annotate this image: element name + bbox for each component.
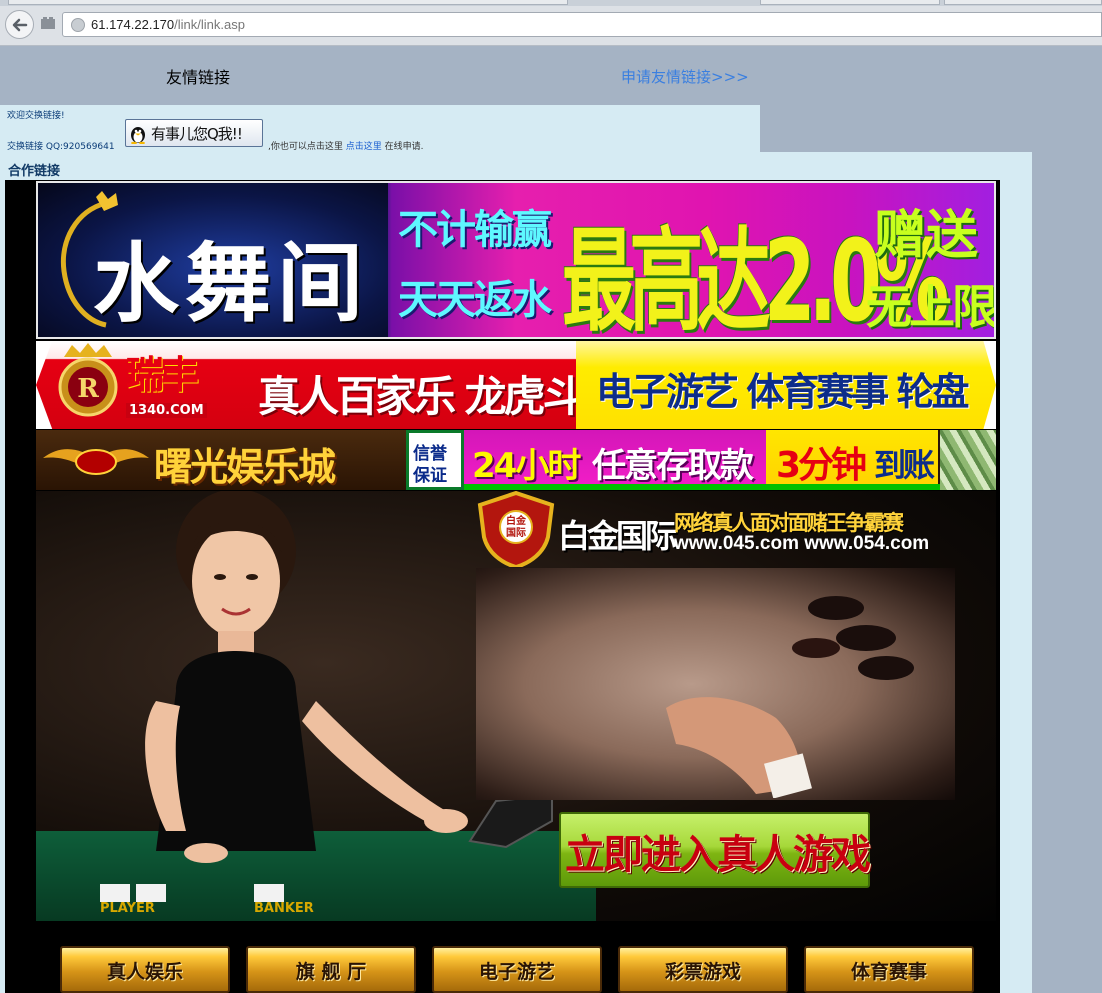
enter-live-game-button[interactable]: 立即进入真人游戏 xyxy=(559,812,871,888)
baijin-sites: www.045.com www.054.com xyxy=(674,533,930,554)
qq-button-label: 有事儿您Q我!! xyxy=(151,125,243,143)
browser-tab[interactable] xyxy=(760,0,940,5)
shuiwujian-logo-text: 水舞间 xyxy=(93,233,369,334)
ruifeng-games-left: 真人百家乐 龙虎斗 xyxy=(258,372,585,421)
banker-cards xyxy=(254,884,284,902)
browser-toolbar: 61.174.22.170/link/link.asp xyxy=(0,0,1102,46)
banner-shuiwujian[interactable]: 水舞间 不计输赢 天天返水 最高达2.0% 赠送 无上限 xyxy=(36,181,996,339)
player-label: PLAYER xyxy=(100,901,155,916)
address-bar[interactable]: 61.174.22.170/link/link.asp xyxy=(62,12,1102,37)
svg-text:白金: 白金 xyxy=(506,514,527,527)
menu-sports[interactable]: 体育赛事 xyxy=(804,946,974,993)
qq-penguin-icon xyxy=(131,127,145,144)
banknotes-image xyxy=(940,430,996,490)
online-suffix: 在线申请. xyxy=(384,142,424,152)
back-arrow-icon xyxy=(12,18,28,32)
baijin-shield-logo-icon: 白金 国际 xyxy=(477,491,555,567)
qq-contact-button[interactable]: 有事儿您Q我!! xyxy=(125,119,263,147)
promo-line-b: 天天返水 xyxy=(398,277,552,323)
info-box: 欢迎交换链接! 交换链接 QQ:920569641 有事儿您Q我!! ,你也可以… xyxy=(0,105,760,153)
player-cards xyxy=(100,884,166,902)
trust-badge: 信誉 保证 xyxy=(406,430,464,490)
promo-line-a: 不计输赢 xyxy=(398,207,552,253)
menu-label: 真人娱乐 xyxy=(106,961,183,983)
banner-baijin[interactable]: PLAYER BANKER 白金 国际 白金国际 网络真人面对面赌王争霸赛 ww… xyxy=(36,491,996,921)
video-area[interactable] xyxy=(476,568,955,800)
online-apply-link[interactable]: 点击这里 xyxy=(346,142,382,152)
fast-text-b: 到账 xyxy=(874,446,935,484)
shuguang-brand: 曙光娱乐城 xyxy=(154,445,336,489)
fast-text-a: 3分钟 xyxy=(776,445,867,486)
menu-lottery[interactable]: 彩票游戏 xyxy=(618,946,788,993)
banner-panel: 水舞间 不计输赢 天天返水 最高达2.0% 赠送 无上限 R 瑞丰 1340.C… xyxy=(5,180,1000,993)
enter-live-game-label: 立即进入真人游戏 xyxy=(565,832,871,878)
url-text: 61.174.22.170/link/link.asp xyxy=(91,17,245,32)
trust-badge-bottom: 保证 xyxy=(413,466,447,486)
page-menu-icon[interactable] xyxy=(40,16,56,30)
ruifeng-domain: 1340.COM xyxy=(126,403,207,418)
promo-unlimited: 无上限 xyxy=(866,280,995,334)
globe-icon xyxy=(71,18,85,32)
back-button[interactable] xyxy=(5,10,34,39)
deposit-text-a: 24小时 xyxy=(472,446,581,486)
menu-label: 体育赛事 xyxy=(850,961,927,983)
banner-shuguang[interactable]: 曙光娱乐城 信誉 保证 24小时 任意存取款 3分钟 到账 xyxy=(36,430,996,490)
deposit-text-b: 任意存取款 xyxy=(592,446,754,486)
dealer-photo xyxy=(145,491,468,863)
browser-tab[interactable] xyxy=(8,0,568,5)
url-path: /link/link.asp xyxy=(174,17,245,32)
baijin-brand: 白金国际 xyxy=(558,517,677,555)
menu-flagship[interactable]: 旗 舰 厅 xyxy=(246,946,416,993)
card-shoe xyxy=(468,793,553,849)
browser-tab[interactable] xyxy=(944,0,1102,5)
partner-links-section: 合作链接 水舞间 不计输赢 天天返水 最高达2.0% 赠送 无上限 R 瑞丰 1… xyxy=(0,152,1032,993)
url-host: 61.174.22.170 xyxy=(91,17,175,32)
shuguang-wing-logo-icon xyxy=(43,449,149,475)
ruifeng-brand: 瑞丰 xyxy=(126,353,199,397)
banner-ruifeng[interactable]: R 瑞丰 1340.COM 真人百家乐 龙虎斗 电子游艺 体育赛事 轮盘 xyxy=(36,341,996,429)
partner-links-title: 合作链接 xyxy=(8,164,61,179)
ruifeng-games-right: 电子游艺 体育赛事 轮盘 xyxy=(596,370,969,414)
tab-strip xyxy=(0,0,1102,6)
svg-text:R: R xyxy=(77,374,99,404)
banker-label: BANKER xyxy=(254,901,314,916)
page-title: 友情链接 xyxy=(166,68,231,87)
welcome-text: 欢迎交换链接! xyxy=(7,111,65,121)
menu-label: 彩票游戏 xyxy=(664,961,741,983)
ruifeng-medal-icon: R xyxy=(58,343,118,417)
apply-link[interactable]: 申请友情链接>>> xyxy=(621,66,749,87)
menu-label: 电子游艺 xyxy=(478,961,555,983)
menu-live-casino[interactable]: 真人娱乐 xyxy=(60,946,230,993)
online-prefix: ,你也可以点击这里 xyxy=(268,142,343,152)
dealer-hand xyxy=(666,697,812,798)
promo-gift: 赠送 xyxy=(874,206,979,266)
menu-e-games[interactable]: 电子游艺 xyxy=(432,946,602,993)
green-stripe xyxy=(464,484,940,490)
menu-label: 旗 舰 厅 xyxy=(295,961,367,983)
svg-text:国际: 国际 xyxy=(506,527,526,539)
game-menu: 真人娱乐 旗 舰 厅 电子游艺 彩票游戏 体育赛事 xyxy=(60,946,980,993)
online-apply-text: ,你也可以点击这里 点击这里 在线申请. xyxy=(268,139,424,152)
exchange-qq-text: 交换链接 QQ:920569641 xyxy=(7,142,115,152)
